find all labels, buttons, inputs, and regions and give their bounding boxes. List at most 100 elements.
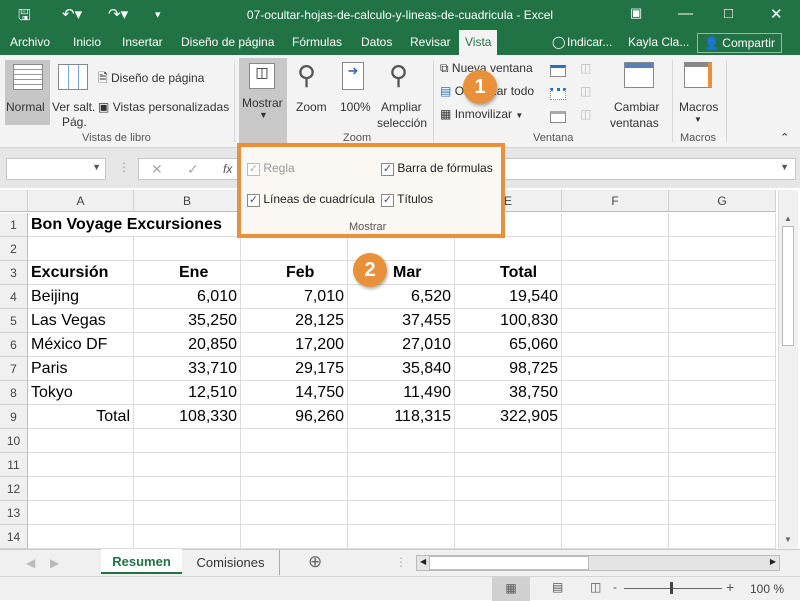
cell-C4[interactable]: 7,010: [241, 285, 348, 309]
scroll-up-icon[interactable]: ▲: [784, 214, 792, 223]
cell-A7[interactable]: Paris: [28, 357, 134, 381]
cell-E8[interactable]: 38,750: [455, 381, 562, 405]
cell-C13[interactable]: [241, 501, 348, 525]
cell-E9[interactable]: 322,905: [455, 405, 562, 429]
cell-A1[interactable]: Bon Voyage Excursiones: [28, 213, 222, 237]
row-header-6[interactable]: 6: [0, 333, 28, 357]
cell-F7[interactable]: [562, 357, 669, 381]
close-icon[interactable]: ✕: [770, 5, 783, 23]
tab-archivo[interactable]: Archivo: [10, 35, 50, 49]
cell-B8[interactable]: 12,510: [134, 381, 241, 405]
cell-G7[interactable]: [669, 357, 776, 381]
cell-E10[interactable]: [455, 429, 562, 453]
page-layout-status-icon[interactable]: ▤: [552, 580, 563, 594]
scroll-down-icon[interactable]: ▼: [784, 535, 792, 544]
cell-G13[interactable]: [669, 501, 776, 525]
row-header-2[interactable]: 2: [0, 237, 28, 261]
cell-F12[interactable]: [562, 477, 669, 501]
cell-G9[interactable]: [669, 405, 776, 429]
cell-B11[interactable]: [134, 453, 241, 477]
zoom-level[interactable]: 100 %: [750, 582, 784, 596]
cell-F1[interactable]: [562, 213, 669, 237]
cell-B12[interactable]: [134, 477, 241, 501]
cell-A14[interactable]: [28, 525, 134, 549]
cell-A9[interactable]: Total: [28, 405, 134, 429]
barra-formulas-checkbox[interactable]: ✓ Barra de fórmulas: [381, 161, 493, 176]
column-header-B[interactable]: B: [134, 190, 241, 212]
tab-inicio[interactable]: Inicio: [73, 35, 101, 49]
cell-F5[interactable]: [562, 309, 669, 333]
cell-D12[interactable]: [348, 477, 455, 501]
cell-B9[interactable]: 108,330: [134, 405, 241, 429]
tab-splitter-icon[interactable]: ⋮: [395, 555, 407, 569]
row-header-13[interactable]: 13: [0, 501, 28, 525]
cell-G14[interactable]: [669, 525, 776, 549]
tab-revisar[interactable]: Revisar: [410, 35, 451, 49]
cell-E6[interactable]: 65,060: [455, 333, 562, 357]
normal-view-button[interactable]: Normal: [5, 60, 50, 125]
cell-B3[interactable]: Ene: [134, 261, 241, 285]
undo-icon[interactable]: ↶▾: [62, 5, 82, 23]
cell-G5[interactable]: [669, 309, 776, 333]
cell-F13[interactable]: [562, 501, 669, 525]
prev-sheet-icon[interactable]: ◀: [26, 556, 35, 570]
tab-diseno[interactable]: Diseño de página: [181, 35, 274, 49]
cell-F4[interactable]: [562, 285, 669, 309]
cell-E14[interactable]: [455, 525, 562, 549]
cell-A2[interactable]: [28, 237, 134, 261]
cell-B7[interactable]: 33,710: [134, 357, 241, 381]
regla-checkbox[interactable]: ✓ Regla: [247, 161, 295, 176]
collapse-ribbon-icon[interactable]: ⌃: [780, 131, 789, 144]
cell-B14[interactable]: [134, 525, 241, 549]
cell-C6[interactable]: 17,200: [241, 333, 348, 357]
column-header-A[interactable]: A: [28, 190, 134, 212]
cell-E11[interactable]: [455, 453, 562, 477]
cell-F3[interactable]: [562, 261, 669, 285]
row-header-7[interactable]: 7: [0, 357, 28, 381]
cell-F10[interactable]: [562, 429, 669, 453]
cell-C9[interactable]: 96,260: [241, 405, 348, 429]
cell-G12[interactable]: [669, 477, 776, 501]
expand-formula-icon[interactable]: ▼: [780, 162, 789, 172]
scroll-left-icon[interactable]: ◀: [420, 557, 426, 566]
lineas-cuadricula-checkbox[interactable]: ✓ Líneas de cuadrícula: [247, 192, 375, 207]
zoom-out-icon[interactable]: -: [613, 580, 617, 594]
cell-A4[interactable]: Beijing: [28, 285, 134, 309]
cell-F8[interactable]: [562, 381, 669, 405]
cell-C3[interactable]: Feb: [241, 261, 348, 285]
cell-C11[interactable]: [241, 453, 348, 477]
cell-C5[interactable]: 28,125: [241, 309, 348, 333]
cell-G8[interactable]: [669, 381, 776, 405]
split-icon[interactable]: [550, 65, 566, 77]
cell-F6[interactable]: [562, 333, 669, 357]
cancel-icon[interactable]: ✕: [151, 161, 163, 178]
cell-A10[interactable]: [28, 429, 134, 453]
tab-insertar[interactable]: Insertar: [122, 35, 163, 49]
vertical-scrollbar[interactable]: ▲ ▼: [778, 190, 798, 549]
cell-G3[interactable]: [669, 261, 776, 285]
redo-icon[interactable]: ↷▾: [108, 5, 128, 23]
page-layout-button[interactable]: 🗎 Diseño de página: [98, 69, 204, 90]
cell-D13[interactable]: [348, 501, 455, 525]
name-box[interactable]: ▼: [6, 158, 106, 180]
cell-A3[interactable]: Excursión: [28, 261, 134, 285]
cell-F11[interactable]: [562, 453, 669, 477]
cell-G4[interactable]: [669, 285, 776, 309]
customize-qat-icon[interactable]: ▾: [155, 8, 161, 21]
row-header-10[interactable]: 10: [0, 429, 28, 453]
user-name[interactable]: Kayla Cla...: [628, 35, 689, 49]
page-break-view-button[interactable]: Ver salt. Pág.: [52, 60, 96, 129]
cell-F2[interactable]: [562, 237, 669, 261]
cell-A8[interactable]: Tokyo: [28, 381, 134, 405]
h-scroll-thumb[interactable]: [429, 556, 589, 570]
cell-C14[interactable]: [241, 525, 348, 549]
cell-C12[interactable]: [241, 477, 348, 501]
cell-D11[interactable]: [348, 453, 455, 477]
cell-E7[interactable]: 98,725: [455, 357, 562, 381]
cell-C10[interactable]: [241, 429, 348, 453]
tab-formulas[interactable]: Fórmulas: [292, 35, 342, 49]
horizontal-scrollbar[interactable]: ◀ ▶: [416, 555, 780, 571]
new-sheet-icon[interactable]: ⊕: [308, 552, 322, 572]
cell-D7[interactable]: 35,840: [348, 357, 455, 381]
cell-B2[interactable]: [134, 237, 241, 261]
